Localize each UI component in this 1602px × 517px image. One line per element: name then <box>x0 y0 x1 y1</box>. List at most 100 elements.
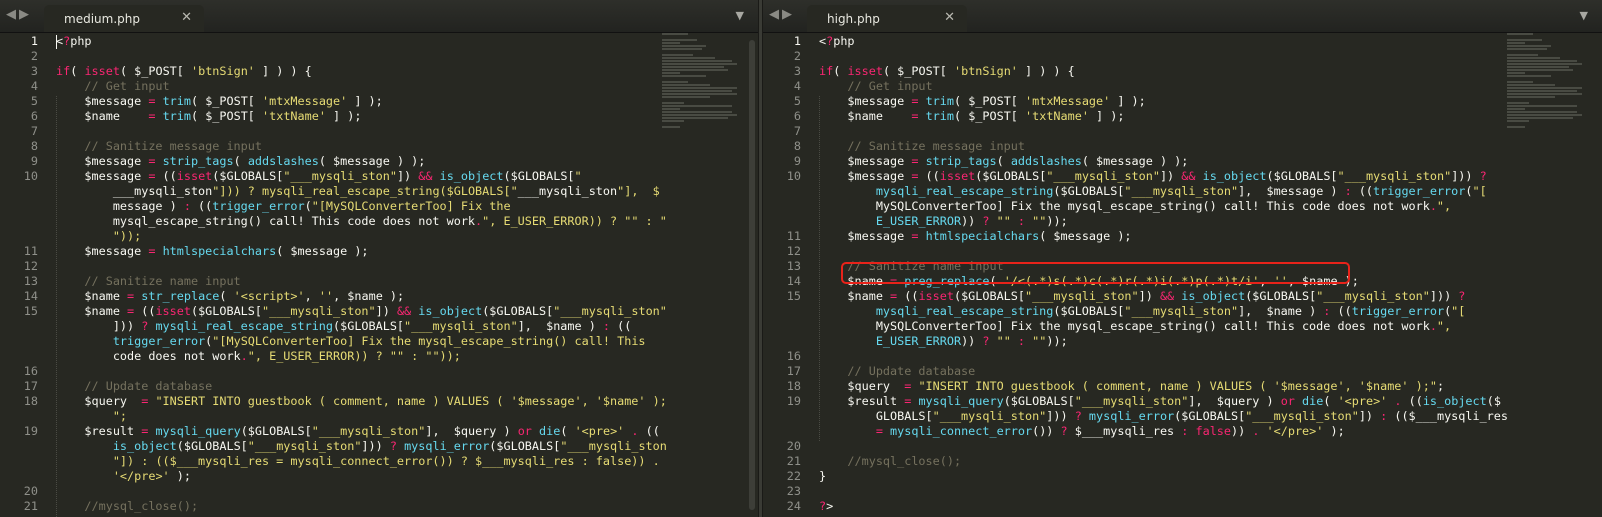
forward-arrow-icon[interactable]: ▶ <box>782 7 795 22</box>
code-text: $query = "INSERT INTO guestbook ( commen… <box>819 379 1445 393</box>
code-text: $message = trim( $_POST[ 'mtxMessage' ] … <box>56 94 383 108</box>
code-text: $name = trim( $_POST[ 'txtName' ] ); <box>819 109 1125 123</box>
line-number: 10 <box>786 169 801 183</box>
highlight-box <box>841 262 1350 284</box>
line-number: 4 <box>30 79 38 93</box>
minimap[interactable] <box>662 32 750 128</box>
minimap-line <box>1507 90 1578 92</box>
line-number: 13 <box>786 259 801 273</box>
line-number: 14 <box>786 274 801 288</box>
minimap-line <box>1507 105 1578 107</box>
tab-medium-php[interactable]: medium.php ✕ <box>44 5 204 32</box>
line-number: 5 <box>30 94 38 108</box>
code-text: } <box>819 469 827 483</box>
code-text: $message = htmlspecialchars( $message ); <box>819 229 1132 243</box>
code-text: is_object($GLOBALS["___mysqli_ston"])) ?… <box>112 439 667 453</box>
minimap-line <box>662 57 715 59</box>
minimap-line <box>662 63 737 65</box>
minimap-line <box>662 81 689 83</box>
code-text: ")); <box>112 229 142 243</box>
code-text: "; <box>112 409 128 423</box>
minimap-line <box>662 75 706 77</box>
close-icon[interactable]: ✕ <box>181 10 192 25</box>
minimap-line <box>662 66 724 68</box>
code-text: //mysql_close(); <box>819 454 962 468</box>
minimap-line <box>1507 120 1529 122</box>
back-arrow-icon[interactable]: ◀ <box>6 7 19 22</box>
forward-arrow-icon[interactable]: ▶ <box>19 7 32 22</box>
code-text: $message = strip_tags( addslashes( $mess… <box>819 154 1189 168</box>
tab-high-php[interactable]: high.php ✕ <box>807 5 967 32</box>
minimap-line <box>1507 75 1551 77</box>
nav-arrows: ◀▶ <box>6 7 32 22</box>
minimap-line <box>1507 63 1582 65</box>
tab-menu-chevron-down-icon[interactable]: ▼ <box>1580 9 1588 22</box>
minimap[interactable] <box>1507 32 1595 128</box>
code-text: $message = strip_tags( addslashes( $mess… <box>56 154 426 168</box>
code-text: // Update database <box>56 379 213 393</box>
minimap-line <box>662 117 728 119</box>
minimap-line <box>1507 72 1525 74</box>
line-number: 7 <box>30 124 38 138</box>
code-text: // Get input <box>819 79 933 93</box>
line-number: 6 <box>30 109 38 123</box>
code-text: // Sanitize name input <box>56 274 241 288</box>
code-text: $name = ((isset($GLOBALS["___mysqli_ston… <box>56 304 667 318</box>
line-number: 18 <box>786 379 801 393</box>
code-text: if( isset( $_POST[ 'btnSign' ] ) ) { <box>56 64 312 78</box>
line-number: 9 <box>30 154 38 168</box>
code-text: code does not work.", E_USER_ERROR)) ? "… <box>56 349 461 363</box>
code-editor[interactable]: 1 <?php 2 3 if( isset( $_POST[ 'btnSign' ] )… <box>0 32 758 517</box>
minimap-line <box>1507 69 1573 71</box>
minimap-line <box>662 96 711 98</box>
back-arrow-icon[interactable]: ◀ <box>769 7 782 22</box>
code-text: ?> <box>819 499 834 513</box>
minimap-line <box>662 45 706 47</box>
code-text: mysql_escape_string() call! This code do… <box>56 214 667 228</box>
line-number: 19 <box>23 424 38 438</box>
line-number: 12 <box>786 244 801 258</box>
line-number: 4 <box>793 79 801 93</box>
close-icon[interactable]: ✕ <box>944 10 955 25</box>
line-number: 19 <box>786 394 801 408</box>
minimap-line <box>1507 111 1578 113</box>
code-text: $message = htmlspecialchars( $message ); <box>56 244 369 258</box>
minimap-line <box>662 108 680 110</box>
minimap-line <box>1507 57 1560 59</box>
tab-title: medium.php <box>64 12 140 26</box>
code-text: $name = str_replace( '<script>', '', $na… <box>56 289 405 303</box>
code-text: = mysqli_connect_error()) ? $___mysqli_r… <box>875 424 1345 438</box>
code-text: <?php <box>819 34 855 48</box>
line-number: 21 <box>786 454 801 468</box>
minimap-line <box>662 111 733 113</box>
code-text: E_USER_ERROR)) ? "" : "")); <box>875 334 1068 348</box>
code-text: ])) ? mysqli_real_escape_string($GLOBALS… <box>56 319 632 333</box>
line-number: 6 <box>793 109 801 123</box>
minimap-line <box>662 39 698 41</box>
minimap-line <box>662 69 728 71</box>
line-number: 15 <box>23 304 38 318</box>
code-text: // Update database <box>819 364 976 378</box>
minimap-line <box>662 60 733 62</box>
scrollbar[interactable] <box>749 40 755 510</box>
line-number: 1 <box>30 34 38 48</box>
code-editor[interactable]: 1 <?php 2 3 if( isset( $_POST[ 'btnSign' ] )… <box>763 32 1602 517</box>
code-text: mysqli_real_escape_string($GLOBALS["___m… <box>875 304 1466 318</box>
line-number: 2 <box>793 49 801 63</box>
code-text: $message = trim( $_POST[ 'mtxMessage' ] … <box>819 94 1146 108</box>
line-number: 7 <box>793 124 801 138</box>
tab-menu-chevron-down-icon[interactable]: ▼ <box>736 9 744 22</box>
minimap-line <box>1507 60 1578 62</box>
line-number: 3 <box>30 64 38 78</box>
line-number: 9 <box>793 154 801 168</box>
code-text: GLOBALS["___mysqli_ston"])) ? mysqli_err… <box>819 409 1508 423</box>
right-editor-pane: ◀▶ high.php ✕ ▼ 1 <?php 2 3 if( isset( $_POS… <box>763 0 1602 517</box>
minimap-line <box>662 48 702 50</box>
minimap-line <box>1507 114 1582 116</box>
line-number: 14 <box>23 289 38 303</box>
code-text: // Sanitize message input <box>819 139 1025 153</box>
line-number: 11 <box>786 229 801 243</box>
minimap-line <box>1507 93 1582 95</box>
code-text: $name = trim( $_POST[ 'txtName' ] ); <box>56 109 362 123</box>
line-number: 12 <box>23 259 38 273</box>
